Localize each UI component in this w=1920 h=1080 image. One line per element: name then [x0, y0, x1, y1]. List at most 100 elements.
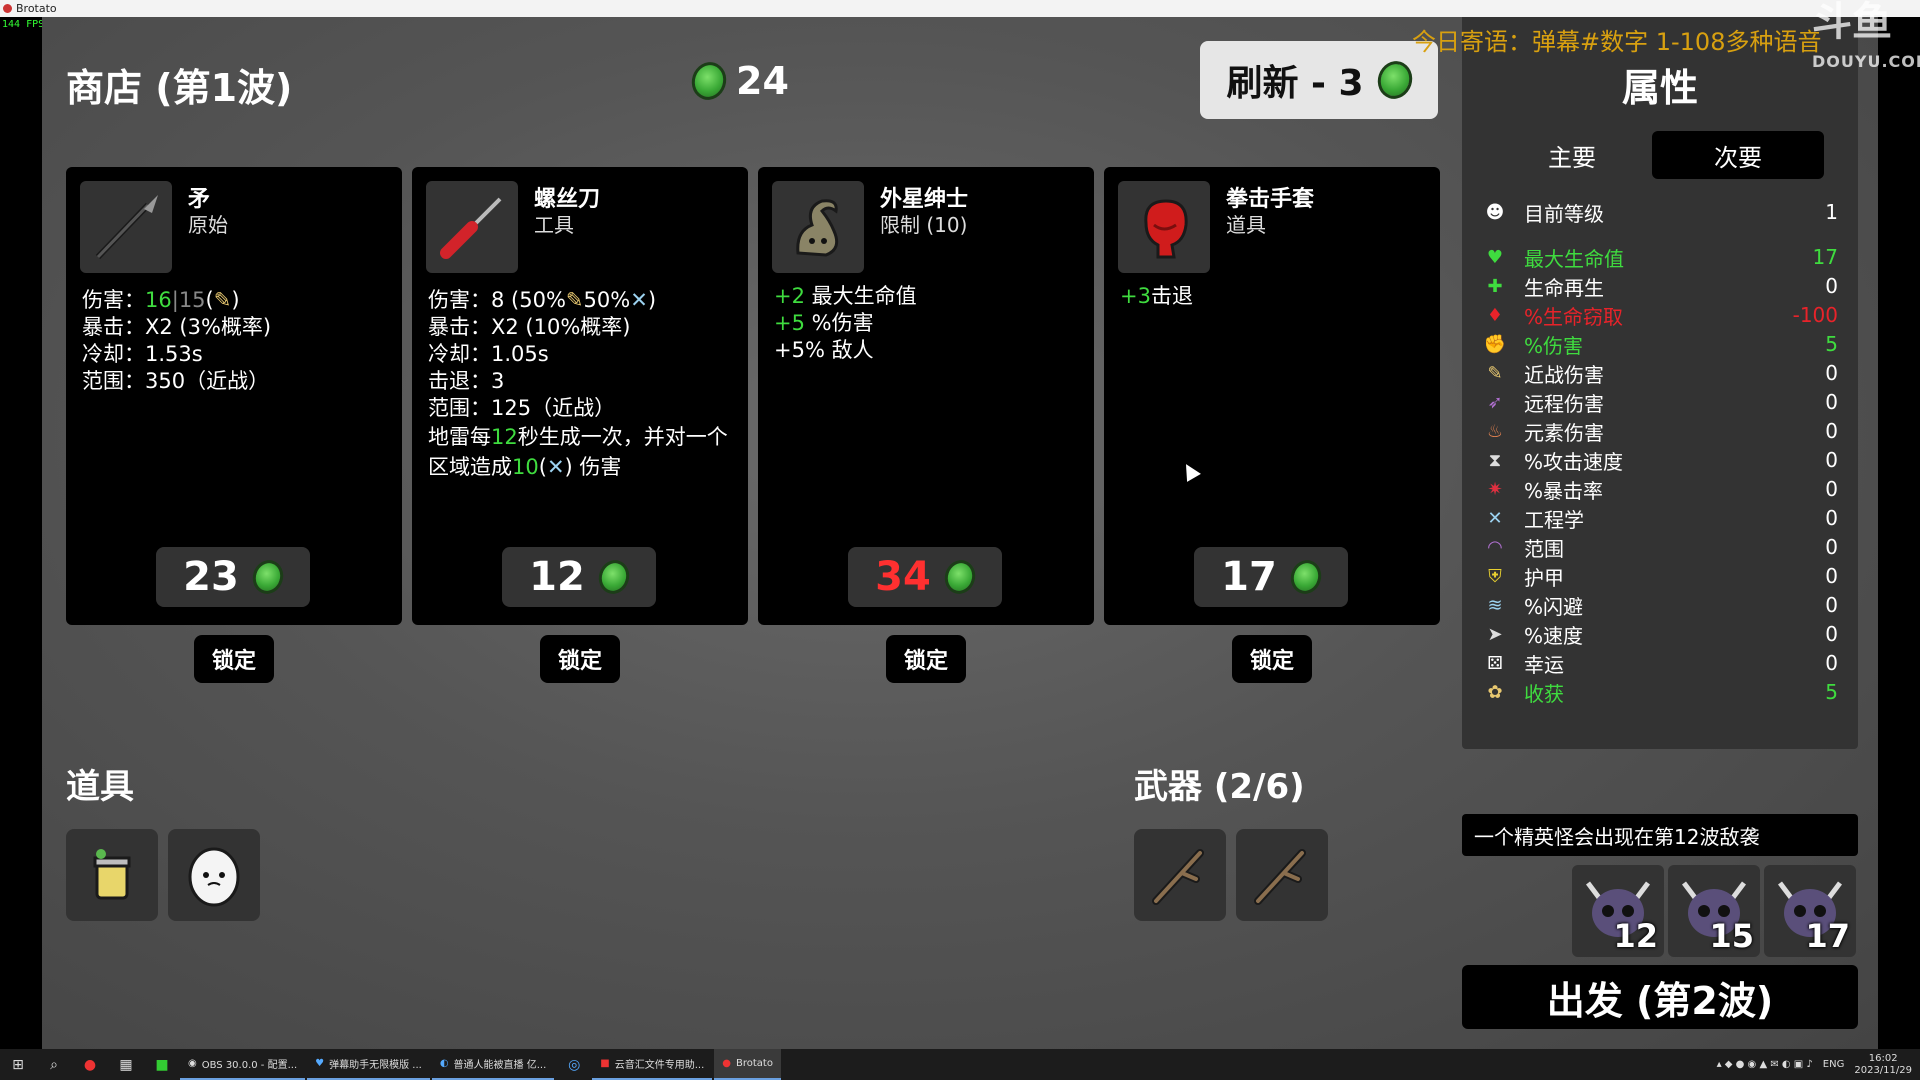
tab-secondary[interactable]: 次要 [1652, 131, 1824, 179]
taskbar-app-brotato[interactable]: ● Brotato [714, 1049, 781, 1080]
windows-start-icon[interactable]: ⊞ [0, 1057, 36, 1073]
stat-value: 5 [1825, 332, 1838, 356]
buy-button[interactable]: 34 [848, 547, 1002, 607]
stat-label: 元素伤害 [1524, 420, 1604, 445]
gold-display: 24 [686, 57, 789, 105]
stat-label: 收获 [1524, 681, 1564, 706]
lock-button-alien-gentleman[interactable]: 锁定 [886, 635, 966, 683]
buy-button[interactable]: 23 [156, 547, 310, 607]
shop-card-boxing-glove[interactable]: 拳击手套 道具 +3击退 17 [1104, 167, 1440, 625]
start-wave-button[interactable]: 出发 (第2波) [1462, 965, 1858, 1029]
stat-cooldown: 冷却：1.05s [428, 342, 549, 366]
stat-label: %暴击率 [1524, 478, 1604, 503]
reroll-button[interactable]: 刷新 - 3 [1200, 41, 1438, 119]
stat-row[interactable]: ⛨ 护甲 0 [1482, 562, 1838, 590]
stat-row[interactable]: ⚄ 幸运 0 [1482, 649, 1838, 677]
stat-cooldown: 冷却：1.53s [82, 342, 203, 366]
stat-row[interactable]: ✎ 近战伤害 0 [1482, 359, 1838, 387]
material-icon [1286, 556, 1326, 598]
buy-button[interactable]: 12 [502, 547, 656, 607]
stat-label: 最大生命值 [1524, 246, 1624, 271]
price-value: 17 [1221, 554, 1277, 600]
stat-value: 0 [1825, 651, 1838, 675]
app-calculator-icon[interactable]: ▦ [108, 1049, 144, 1080]
stat-row[interactable]: ♥ 最大生命值 17 [1482, 243, 1838, 271]
reroll-label: 刷新 - 3 [1226, 63, 1364, 104]
search-icon[interactable]: ⌕ [36, 1049, 72, 1080]
stat-row-level[interactable]: ☻ 目前等级 1 [1482, 198, 1838, 226]
dodge-icon: ≋ [1487, 594, 1503, 616]
lock-button-spear[interactable]: 锁定 [194, 635, 274, 683]
stat-row[interactable]: ✚ 生命再生 0 [1482, 272, 1838, 300]
shop-card-spear[interactable]: 矛 原始 伤害：16|15(✎) 暴击：X2 (3%概率) 冷却：1.53s 范… [66, 167, 402, 625]
stat-label: %伤害 [1524, 333, 1584, 358]
stat-damage: +5 %伤害 [774, 311, 874, 335]
card-type: 工具 [534, 213, 574, 237]
ranged-icon: ➶ [1487, 391, 1503, 413]
stat-row[interactable]: ◠ 范围 0 [1482, 533, 1838, 561]
lock-button-screwdriver[interactable]: 锁定 [540, 635, 620, 683]
stat-row[interactable]: ♦ %生命窃取 -100 [1482, 301, 1838, 329]
stat-row[interactable]: ➶ 远程伤害 0 [1482, 388, 1838, 416]
lock-button-boxing-glove[interactable]: 锁定 [1232, 635, 1312, 683]
level-icon: ☻ [1485, 201, 1505, 223]
app-blue-icon[interactable]: ◎ [556, 1049, 592, 1080]
stick-icon [1152, 849, 1204, 905]
taskbar-app-music[interactable]: ■ 云音汇文件专用助... [592, 1049, 713, 1080]
card-type: 道具 [1226, 213, 1266, 237]
alien-gentleman-icon [772, 181, 864, 273]
engineering-icon: ✕ [630, 288, 648, 312]
tab-primary[interactable]: 主要 [1486, 131, 1658, 179]
shop-card-alien-gentleman[interactable]: 外星绅士 限制 (10) +2 最大生命值 +5 %伤害 +5% 敌人 34 [758, 167, 1094, 625]
stat-range: 范围：350（近战） [82, 369, 270, 393]
speed-icon: ➤ [1487, 623, 1503, 645]
buy-button[interactable]: 17 [1194, 547, 1348, 607]
material-icon [1372, 56, 1417, 104]
stat-value: 0 [1825, 274, 1838, 298]
taskbar-app-browser[interactable]: ◐ 普通人能被直播 亿... [431, 1049, 555, 1080]
stat-value: 0 [1825, 477, 1838, 501]
weapon-slot-2[interactable] [1236, 829, 1328, 921]
stat-crit: 暴击：X2 (10%概率) [428, 315, 631, 339]
stat-row[interactable]: ⧗ %攻击速度 0 [1482, 446, 1838, 474]
stat-label: 近战伤害 [1524, 362, 1604, 387]
elite-wave-12[interactable]: 12 [1572, 865, 1664, 957]
stat-label: %攻击速度 [1524, 449, 1624, 474]
stat-knockback: 击退：3 [428, 369, 505, 393]
card-stats: +2 最大生命值 +5 %伤害 +5% 敌人 [774, 283, 1080, 364]
card-stats: 伤害：16|15(✎) 暴击：X2 (3%概率) 冷却：1.53s 范围：350… [82, 287, 388, 395]
shop-card-screwdriver[interactable]: 螺丝刀 工具 伤害：8 (50%✎50%✕) 暴击：X2 (10%概率) 冷却：… [412, 167, 748, 625]
weapon-slot-1[interactable] [1134, 829, 1226, 921]
item-slot-egg[interactable] [168, 829, 260, 921]
clock[interactable]: 16:02 2023/11/29 [1854, 1053, 1912, 1077]
stat-row[interactable]: ✿ 收获 5 [1482, 678, 1838, 706]
stat-row[interactable]: ♨ 元素伤害 0 [1482, 417, 1838, 445]
taskbar-app-obs[interactable]: ◉ OBS 30.0.0 - 配置... [180, 1049, 306, 1080]
weapons-title: 武器 (2/6) [1134, 767, 1305, 807]
melee-damage-icon: ✎ [213, 288, 232, 312]
app-green-icon[interactable]: ■ [144, 1049, 180, 1080]
app-red-icon[interactable]: ● [72, 1049, 108, 1080]
language-indicator[interactable]: ENG [1823, 1059, 1845, 1070]
stat-value: 0 [1825, 622, 1838, 646]
regen-icon: ✚ [1487, 275, 1503, 297]
tray-icons[interactable]: ▴ ◆ ● ◉ ▲ ✉ ◐ ▣ ♪ [1717, 1059, 1813, 1070]
stat-value: -100 [1792, 303, 1838, 327]
attack-speed-icon: ⧗ [1488, 449, 1502, 471]
stat-row[interactable]: ➤ %速度 0 [1482, 620, 1838, 648]
egg-face-icon [188, 847, 240, 907]
stat-row[interactable]: ✕ 工程学 0 [1482, 504, 1838, 532]
elite-wave-17[interactable]: 17 [1764, 865, 1856, 957]
stat-row[interactable]: ✊ %伤害 5 [1482, 330, 1838, 358]
taskbar-app-danmu[interactable]: ♥ 弹幕助手无限模版 ... [307, 1049, 430, 1080]
item-slot-cup[interactable] [66, 829, 158, 921]
stat-row[interactable]: ≋ %闪避 0 [1482, 591, 1838, 619]
window-title: Brotato [16, 2, 57, 15]
elite-message: 一个精英怪会出现在第12波敌袭 [1462, 814, 1858, 856]
stat-row[interactable]: ✷ %暴击率 0 [1482, 475, 1838, 503]
fps-counter: 144 FPS [2, 19, 45, 30]
card-stats: +3击退 [1120, 283, 1426, 310]
heart-icon: ♥ [1486, 246, 1504, 268]
elite-wave-15[interactable]: 15 [1668, 865, 1760, 957]
stat-value: 17 [1812, 245, 1838, 269]
